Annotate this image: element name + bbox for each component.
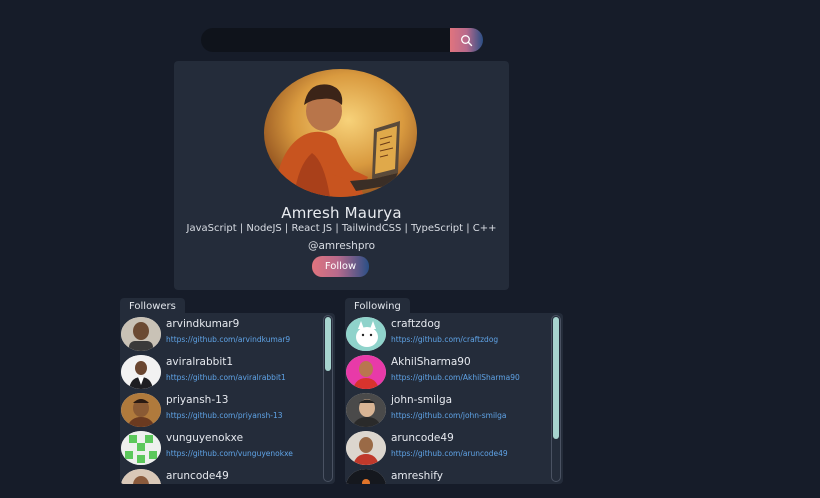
list-item[interactable]: john-smilga https://github.com/john-smil… bbox=[346, 392, 546, 430]
avatar bbox=[346, 469, 386, 484]
list-item-name: aruncode49 bbox=[166, 470, 229, 482]
list-item-name: arvindkumar9 bbox=[166, 318, 240, 330]
search-bar bbox=[201, 28, 483, 52]
profile-handle: @amreshpro bbox=[307, 240, 375, 252]
list-item-name: craftzdog bbox=[391, 318, 441, 330]
avatar bbox=[346, 355, 386, 389]
scrollbar-thumb[interactable] bbox=[325, 317, 331, 371]
profile-bio: JavaScript | NodeJS | React JS | Tailwin… bbox=[186, 223, 497, 234]
list-item-link[interactable]: https://github.com/vunguyenokxe bbox=[166, 449, 293, 458]
following-list: craftzdog https://github.com/craftzdog A… bbox=[345, 313, 549, 484]
list-item-link[interactable]: https://github.com/aviralrabbit1 bbox=[166, 373, 286, 382]
list-item[interactable]: priyansh-13 https://github.com/priyansh-… bbox=[121, 392, 321, 430]
following-scrollbar[interactable] bbox=[551, 315, 561, 482]
profile-avatar bbox=[264, 69, 417, 197]
list-item[interactable]: craftzdog https://github.com/craftzdog bbox=[346, 316, 546, 354]
avatar bbox=[121, 469, 161, 484]
list-item-name: AkhilSharma90 bbox=[391, 356, 471, 368]
list-item-link[interactable]: https://github.com/AkhilSharma90 bbox=[391, 373, 520, 382]
avatar bbox=[121, 317, 161, 351]
followers-list: arvindkumar9 https://github.com/arvindku… bbox=[120, 313, 321, 484]
list-item-name: priyansh-13 bbox=[166, 394, 229, 406]
profile-card: Amresh Maurya JavaScript | NodeJS | Reac… bbox=[174, 61, 509, 290]
avatar bbox=[121, 355, 161, 389]
list-item[interactable]: aruncode49 https://github.com/aruncode49 bbox=[346, 430, 546, 468]
followers-panel: arvindkumar9 https://github.com/arvindku… bbox=[120, 313, 335, 484]
list-item-link[interactable]: https://github.com/priyansh-13 bbox=[166, 411, 283, 420]
list-item-link[interactable]: https://github.com/craftzdog bbox=[391, 335, 498, 344]
list-item-link[interactable]: https://github.com/john-smilga bbox=[391, 411, 507, 420]
search-button[interactable] bbox=[450, 28, 483, 52]
followers-scrollbar[interactable] bbox=[323, 315, 333, 482]
list-item-link[interactable]: https://github.com/arvindkumar9 bbox=[166, 335, 290, 344]
profile-name: Amresh Maurya bbox=[281, 204, 402, 222]
avatar bbox=[346, 317, 386, 351]
list-item[interactable]: aviralrabbit1 https://github.com/aviralr… bbox=[121, 354, 321, 392]
search-icon bbox=[461, 34, 473, 46]
following-tab: Following bbox=[345, 298, 410, 314]
list-item[interactable]: AkhilSharma90 https://github.com/AkhilSh… bbox=[346, 354, 546, 392]
avatar bbox=[121, 431, 161, 465]
list-item-name: vunguyenokxe bbox=[166, 432, 244, 444]
list-item-name: amreshify bbox=[391, 470, 443, 482]
avatar bbox=[121, 393, 161, 427]
follow-button[interactable]: Follow bbox=[312, 256, 369, 277]
following-panel: craftzdog https://github.com/craftzdog A… bbox=[345, 313, 563, 484]
followers-tab: Followers bbox=[120, 298, 185, 314]
list-item-name: john-smilga bbox=[391, 394, 453, 406]
scrollbar-thumb[interactable] bbox=[553, 317, 559, 439]
search-input[interactable] bbox=[201, 28, 450, 52]
list-item-link[interactable]: https://github.com/aruncode49 bbox=[391, 449, 508, 458]
avatar bbox=[346, 393, 386, 427]
list-item[interactable]: amreshify bbox=[346, 468, 546, 484]
avatar bbox=[346, 431, 386, 465]
list-item-name: aruncode49 bbox=[391, 432, 454, 444]
list-item[interactable]: vunguyenokxe https://github.com/vunguyen… bbox=[121, 430, 321, 468]
list-item-name: aviralrabbit1 bbox=[166, 356, 234, 368]
list-item[interactable]: aruncode49 bbox=[121, 468, 321, 484]
list-item[interactable]: arvindkumar9 https://github.com/arvindku… bbox=[121, 316, 321, 354]
